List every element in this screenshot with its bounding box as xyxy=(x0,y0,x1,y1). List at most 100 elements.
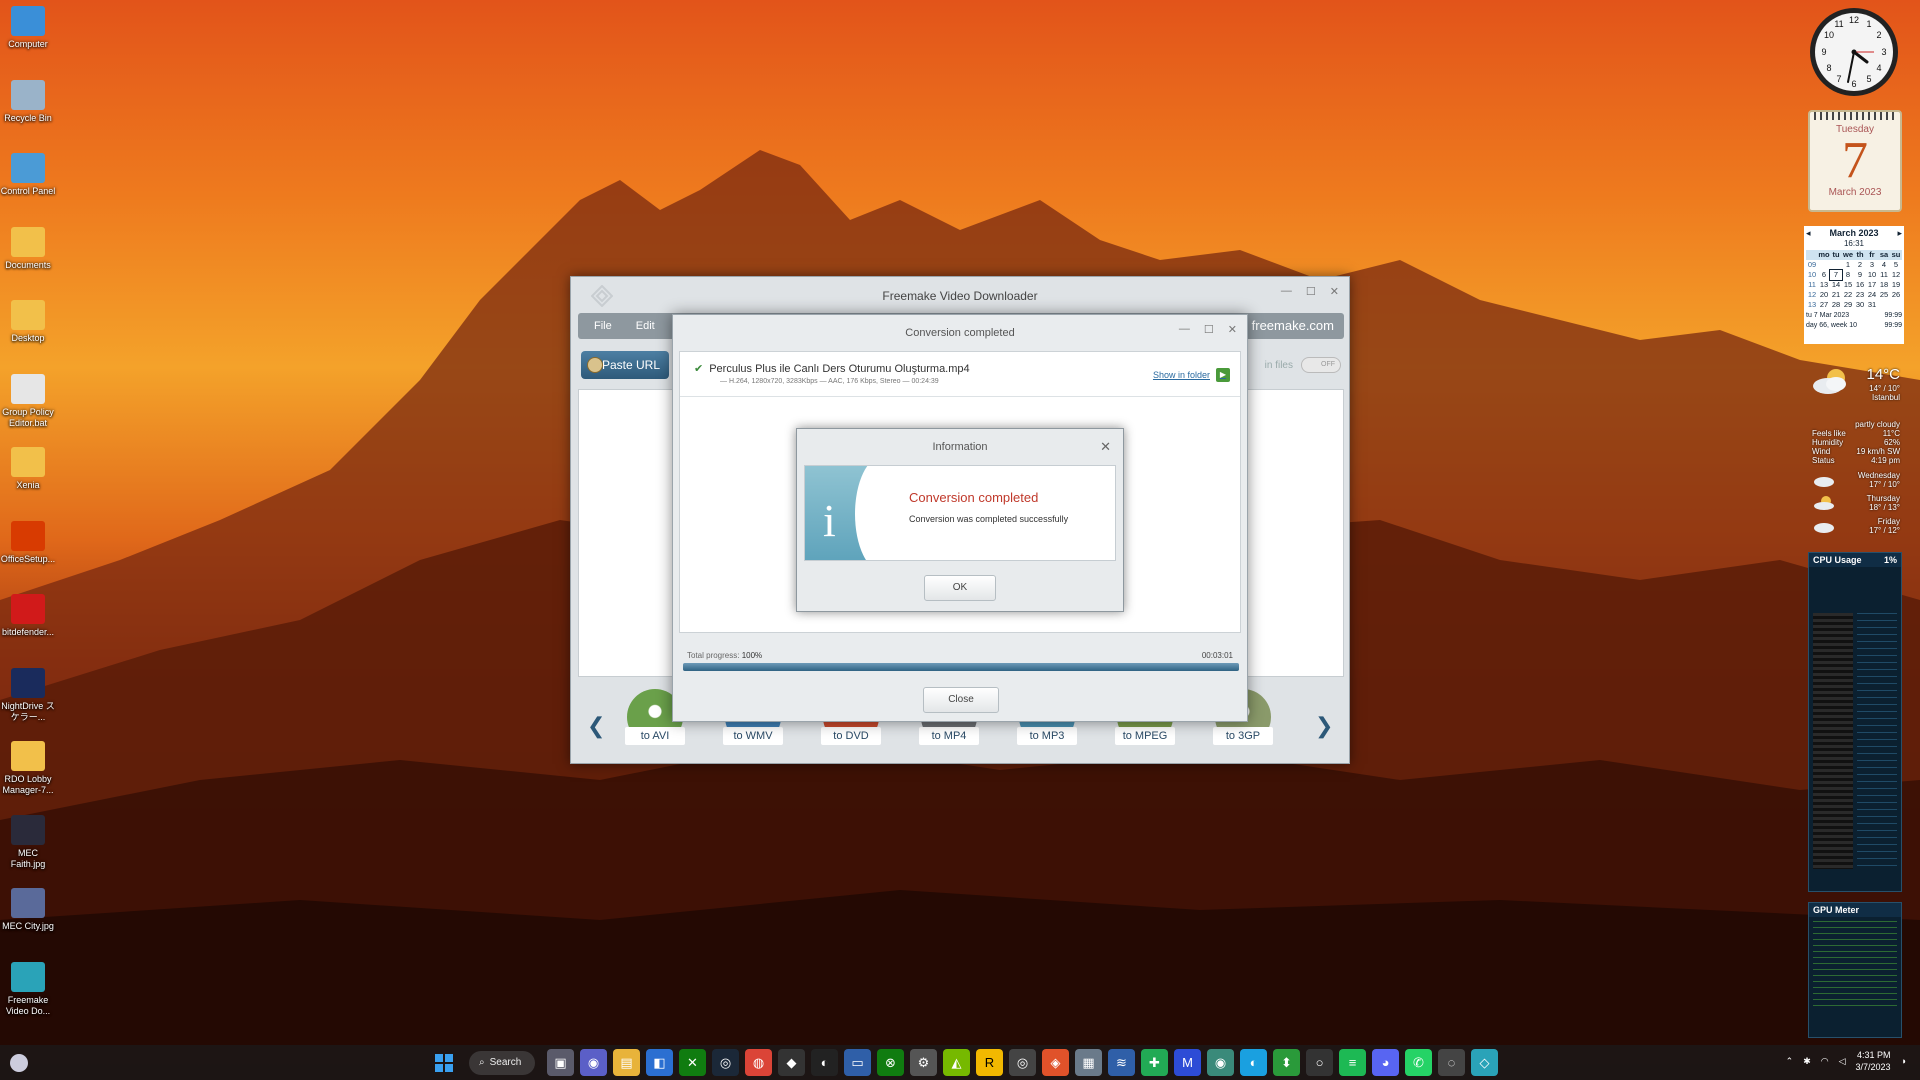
notification-icon[interactable]: ◑ xyxy=(1901,1056,1906,1066)
analog-clock-gadget[interactable]: 12 12 345 678 9 1011 xyxy=(1808,6,1900,98)
updater-icon[interactable]: ⬍ xyxy=(1273,1049,1300,1076)
rockstar-icon[interactable]: R xyxy=(976,1049,1003,1076)
mini-calendar-title: March 2023 xyxy=(1829,228,1879,238)
toggle-label: in files xyxy=(1264,359,1293,371)
total-progress-label: Total progress: 100% xyxy=(687,651,763,660)
taskbar-search-button[interactable]: ⌕ Search xyxy=(469,1050,535,1075)
photos-icon[interactable]: ▦ xyxy=(1075,1049,1102,1076)
gpu-gadget-title: GPU Meter xyxy=(1809,903,1901,917)
taskbar-time: 4:31 PM xyxy=(1857,1050,1891,1060)
steam-icon[interactable]: ◎ xyxy=(712,1049,739,1076)
desktop-icon[interactable]: Recycle Bin xyxy=(0,79,56,124)
total-progress-value: 100% xyxy=(741,651,763,660)
weather-row: Feels like 11°C xyxy=(1812,429,1900,438)
desktop-icon[interactable]: bitdefender... xyxy=(0,594,56,638)
xbox-app-icon[interactable]: ⊗ xyxy=(877,1049,904,1076)
close-window-button[interactable]: ✕ xyxy=(1228,323,1237,336)
next-month-icon[interactable]: ▸ xyxy=(1897,228,1902,239)
desktop-icon[interactable]: Computer xyxy=(0,6,56,50)
app-teal-icon[interactable]: ◉ xyxy=(1207,1049,1234,1076)
calendar-gadget[interactable]: Tuesday 7 March 2023 xyxy=(1808,110,1902,212)
app-gray-icon[interactable]: ◌ xyxy=(1438,1049,1465,1076)
close-window-button[interactable]: ✕ xyxy=(1330,285,1339,298)
desktop-icon[interactable]: Control Panel xyxy=(0,153,56,197)
edge-icon[interactable]: ◐ xyxy=(1240,1049,1267,1076)
weather-gadget[interactable]: 14°C 14° / 10° Istanbul partly cloudy Fe… xyxy=(1806,362,1904,536)
desktop-icon[interactable]: MEC City.jpg xyxy=(0,888,56,932)
menu-file[interactable]: File xyxy=(594,320,612,332)
desktop-icon[interactable]: Freemake Video Do... xyxy=(0,961,56,1017)
desktop-icon[interactable]: RDO Lobby Manager-7... xyxy=(0,741,56,796)
svg-text:7: 7 xyxy=(1836,74,1841,84)
desktop-icon[interactable]: Xenia xyxy=(0,447,56,491)
conversion-dialog-titlebar[interactable]: Conversion completed — ☐ ✕ xyxy=(673,315,1247,351)
svg-text:1: 1 xyxy=(1866,19,1871,29)
media-player-icon[interactable]: ◎ xyxy=(1009,1049,1036,1076)
minimize-button[interactable]: — xyxy=(1179,323,1190,336)
nvidia-icon[interactable]: ◭ xyxy=(943,1049,970,1076)
spotify-icon[interactable]: ≡ xyxy=(1339,1049,1366,1076)
image-icon xyxy=(11,888,45,918)
office-icon xyxy=(11,520,45,551)
app-green-icon[interactable]: ✚ xyxy=(1141,1049,1168,1076)
discord-icon[interactable]: ◕ xyxy=(1372,1049,1399,1076)
freemake-brand-link[interactable]: freemake.com xyxy=(1252,318,1334,333)
app-icon[interactable]: ◐ xyxy=(811,1049,838,1076)
wifi-icon[interactable]: ◠ xyxy=(1821,1056,1829,1067)
maximize-button[interactable]: ☐ xyxy=(1204,323,1214,336)
mini-calendar-date: tu 7 Mar 2023 xyxy=(1806,312,1850,319)
weather-widget-icon[interactable] xyxy=(10,1054,28,1072)
gpu-meter-gadget[interactable]: GPU Meter xyxy=(1808,902,1902,1038)
desktop-icon[interactable]: Desktop xyxy=(0,300,56,344)
wifi-app-icon[interactable]: ≋ xyxy=(1108,1049,1135,1076)
task-view-icon[interactable]: ▣ xyxy=(547,1049,574,1076)
windows-start-icon[interactable] xyxy=(430,1049,457,1076)
malwarebytes-icon[interactable]: M xyxy=(1174,1049,1201,1076)
teams-icon[interactable]: ◉ xyxy=(580,1049,607,1076)
minimize-button[interactable]: — xyxy=(1281,285,1292,298)
cpu-usage-gadget[interactable]: CPU Usage 1% xyxy=(1808,552,1902,892)
toggle-switch[interactable]: OFF xyxy=(1301,357,1341,373)
chevron-right-icon[interactable]: ❯ xyxy=(1315,713,1333,739)
remote-desktop-icon[interactable]: ▭ xyxy=(844,1049,871,1076)
show-in-folder-link[interactable]: Show in folder ▶ xyxy=(1153,368,1230,382)
chevron-up-icon[interactable]: ⌃ xyxy=(1786,1056,1794,1067)
information-dialog[interactable]: Information ✕ i Conversion completed Con… xyxy=(796,428,1124,612)
app-titlebar[interactable]: Freemake Video Downloader — ☐ ✕ xyxy=(571,277,1349,315)
desktop-icon[interactable]: NightDrive スケラー... xyxy=(0,667,56,723)
xbox-icon[interactable]: ✕ xyxy=(679,1049,706,1076)
close-icon[interactable]: ✕ xyxy=(1100,439,1111,455)
taskbar-clock[interactable]: 4:31 PM 3/7/2023 xyxy=(1856,1049,1891,1073)
mini-calendar-gadget[interactable]: ◂ March 2023 ▸ 16:31 mo tu we th fr sa su 09 1 2 3… xyxy=(1804,226,1904,344)
mini-calendar-cell: 3 xyxy=(1869,260,1875,269)
desktop-icon-label: Computer xyxy=(8,39,48,49)
freemake-taskbar-icon[interactable]: ◇ xyxy=(1471,1049,1498,1076)
menu-edit[interactable]: Edit xyxy=(636,320,655,332)
maximize-button[interactable]: ☐ xyxy=(1306,285,1316,298)
chrome-icon[interactable]: ◍ xyxy=(745,1049,772,1076)
store-icon[interactable]: ◧ xyxy=(646,1049,673,1076)
whatsapp-icon[interactable]: ✆ xyxy=(1405,1049,1432,1076)
cortana-icon[interactable]: ○ xyxy=(1306,1049,1333,1076)
desktop-icon[interactable]: MEC Faith.jpg xyxy=(0,814,56,870)
weather-range: 14° / 10° xyxy=(1869,384,1900,393)
bluetooth-icon[interactable]: ✱ xyxy=(1803,1056,1811,1067)
ok-button[interactable]: OK xyxy=(924,575,996,601)
mini-calendar-header: mo xyxy=(1818,250,1830,260)
desktop-icon[interactable]: Group Policy Editor.bat xyxy=(0,373,56,429)
chevron-left-icon[interactable]: ❮ xyxy=(587,713,605,739)
file-explorer-icon[interactable]: ▤ xyxy=(613,1049,640,1076)
prev-month-icon[interactable]: ◂ xyxy=(1806,228,1811,239)
brave-icon[interactable]: ◈ xyxy=(1042,1049,1069,1076)
epic-icon[interactable]: ◆ xyxy=(778,1049,805,1076)
close-button[interactable]: Close xyxy=(923,687,999,713)
play-arrow-icon[interactable]: ▶ xyxy=(1216,368,1230,382)
desktop-icon[interactable]: OfficeSetup... xyxy=(0,520,56,565)
desktop-icon[interactable]: Documents xyxy=(0,226,56,271)
weather-temperature: 14°C xyxy=(1866,366,1900,383)
info-dialog-titlebar[interactable]: Information ✕ xyxy=(797,429,1123,465)
volume-icon[interactable]: ◁ xyxy=(1839,1056,1846,1067)
paste-url-button[interactable]: Paste URL xyxy=(581,351,669,379)
mini-calendar-cell: 15 xyxy=(1843,280,1853,289)
settings-gear-icon[interactable]: ⚙ xyxy=(910,1049,937,1076)
